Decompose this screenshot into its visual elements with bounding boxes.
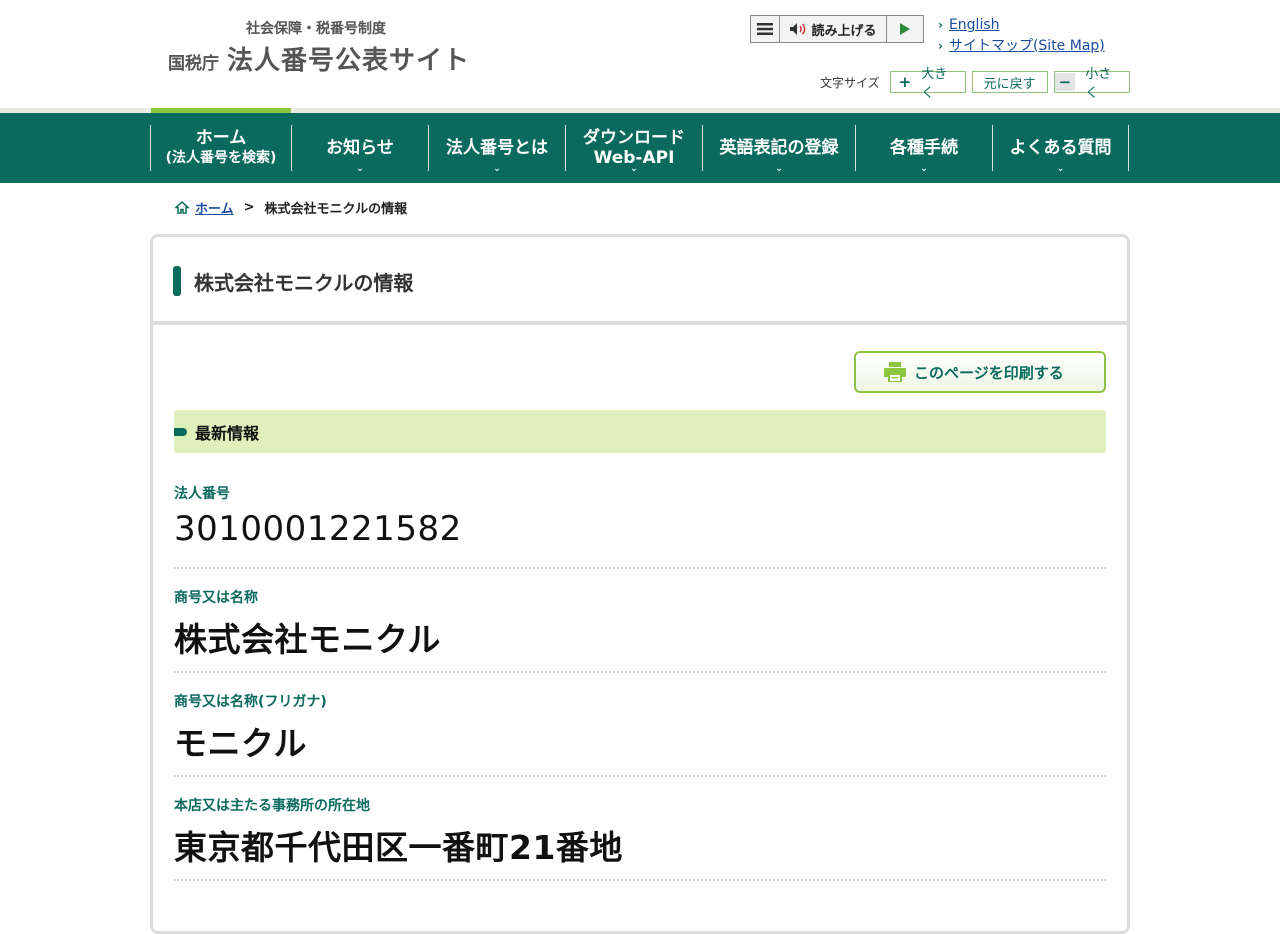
section-tag-marker <box>174 427 187 436</box>
field-label: 本店又は主たる事務所の所在地 <box>174 798 370 814</box>
chevron-down-icon: ⌄ <box>356 164 364 174</box>
font-larger-button[interactable]: + 大きく <box>889 67 966 101</box>
header-links: › English › サイトマップ(Site Map) <box>938 15 1105 57</box>
field-value: 東京都千代田区一番町21番地 <box>174 828 623 867</box>
section-header-latest: 最新情報 <box>174 410 1106 453</box>
nav-item-procedures[interactable]: 各種手続 ⌄ <box>855 125 992 174</box>
logo-title: 法人番号公表サイト <box>227 46 471 76</box>
field-label: 法人番号 <box>174 486 230 502</box>
font-smaller-button[interactable]: − 小さく <box>1053 67 1130 101</box>
read-aloud-button[interactable]: 読み上げる <box>780 16 887 42</box>
play-button[interactable] <box>887 16 923 42</box>
breadcrumb-current: 株式会社モニクルの情報 <box>264 202 408 217</box>
font-smaller-label: 小さく <box>1085 67 1112 101</box>
chevron-down-icon: ⌄ <box>493 164 501 174</box>
chevron-right-icon: › <box>938 39 943 53</box>
field-head-office-address: 本店又は主たる事務所の所在地 東京都千代田区一番町21番地 <box>174 795 1106 881</box>
read-aloud-label: 読み上げる <box>811 23 877 39</box>
font-reset-button[interactable]: 元に戻す <box>971 71 1048 93</box>
site-header: 社会保障・税番号制度 国税庁 法人番号公表サイト 読み上げる › English … <box>150 0 1130 108</box>
nav-item-label: 法人番号とは <box>446 138 548 158</box>
field-label: 商号又は名称(フリガナ) <box>174 694 327 710</box>
chevron-down-icon: ⌄ <box>775 164 783 174</box>
logo-subtitle: 社会保障・税番号制度 <box>246 21 386 37</box>
nav-item-label: ダウンロード <box>583 128 685 148</box>
print-page-button[interactable]: このページを印刷する <box>854 351 1106 393</box>
breadcrumb-separator: > <box>243 200 255 215</box>
field-trade-name: 商号又は名称 株式会社モニクル <box>174 587 1106 673</box>
chevron-down-icon: ⌄ <box>1056 164 1065 174</box>
title-accent-bar <box>173 266 181 296</box>
english-link[interactable]: English <box>949 17 1000 33</box>
breadcrumb-home-link[interactable]: ホーム <box>195 198 234 217</box>
chevron-right-icon: › <box>938 18 943 32</box>
section-title: 最新情報 <box>195 423 260 443</box>
field-value: 株式会社モニクル <box>174 620 442 659</box>
speaker-icon <box>790 23 806 35</box>
nav-item-label: 英語表記の登録 <box>719 138 839 158</box>
read-aloud-toolbar: 読み上げる <box>750 15 924 43</box>
reader-menu-button[interactable] <box>751 16 780 42</box>
nav-item-download[interactable]: ダウンロード Web-API ⌄ <box>565 125 702 174</box>
field-value: モニクル <box>174 724 308 763</box>
field-label: 商号又は名称 <box>174 590 258 606</box>
page-title: 株式会社モニクルの情報 <box>194 271 414 295</box>
minus-icon: − <box>1054 73 1076 91</box>
menu-icon <box>757 23 773 35</box>
field-value: 3010001221582 <box>174 509 462 549</box>
panel-header: 株式会社モニクルの情報 <box>153 237 1127 325</box>
font-size-label: 文字サイズ <box>820 75 880 90</box>
corporation-info-panel: 株式会社モニクルの情報 このページを印刷する 最新情報 法人番号 3010001… <box>150 234 1130 934</box>
play-icon <box>900 23 910 35</box>
nav-item-faq[interactable]: よくある質問 ⌄ <box>992 125 1129 174</box>
font-reset-label: 元に戻す <box>983 76 1036 92</box>
chevron-down-icon: ⌄ <box>630 164 638 174</box>
printer-icon <box>884 362 906 382</box>
nav-item-english-registration[interactable]: 英語表記の登録 ⌄ <box>702 125 855 174</box>
nav-item-label: ホーム <box>195 128 247 148</box>
nav-item-label: 各種手続 <box>890 138 958 158</box>
chevron-down-icon: ⌄ <box>920 164 928 174</box>
nav-item-about[interactable]: 法人番号とは ⌄ <box>428 125 565 174</box>
home-icon <box>175 201 189 214</box>
breadcrumb: ホーム > 株式会社モニクルの情報 <box>175 198 407 217</box>
nav-item-label: よくある質問 <box>1009 138 1112 158</box>
font-larger-label: 大きく <box>921 67 948 101</box>
logo-agency: 国税庁 <box>168 54 219 74</box>
field-trade-name-kana: 商号又は名称(フリガナ) モニクル <box>174 691 1106 777</box>
nav-item-news[interactable]: お知らせ ⌄ <box>291 125 428 174</box>
field-corporate-number: 法人番号 3010001221582 <box>174 483 1106 569</box>
plus-icon: + <box>898 73 912 91</box>
print-page-label: このページを印刷する <box>914 363 1064 382</box>
sitemap-link[interactable]: サイトマップ(Site Map) <box>949 38 1105 54</box>
nav-item-label: お知らせ <box>326 138 394 158</box>
nav-item-sublabel: (法人番号を検索) <box>165 150 277 166</box>
font-size-controls: 文字サイズ + 大きく 元に戻す − 小さく <box>820 67 1130 101</box>
nav-item-home[interactable]: ホーム (法人番号を検索) <box>150 125 291 171</box>
site-logo[interactable]: 社会保障・税番号制度 国税庁 法人番号公表サイト <box>168 18 470 77</box>
global-nav: ホーム (法人番号を検索) お知らせ ⌄ 法人番号とは ⌄ ダウンロード Web… <box>0 113 1280 183</box>
